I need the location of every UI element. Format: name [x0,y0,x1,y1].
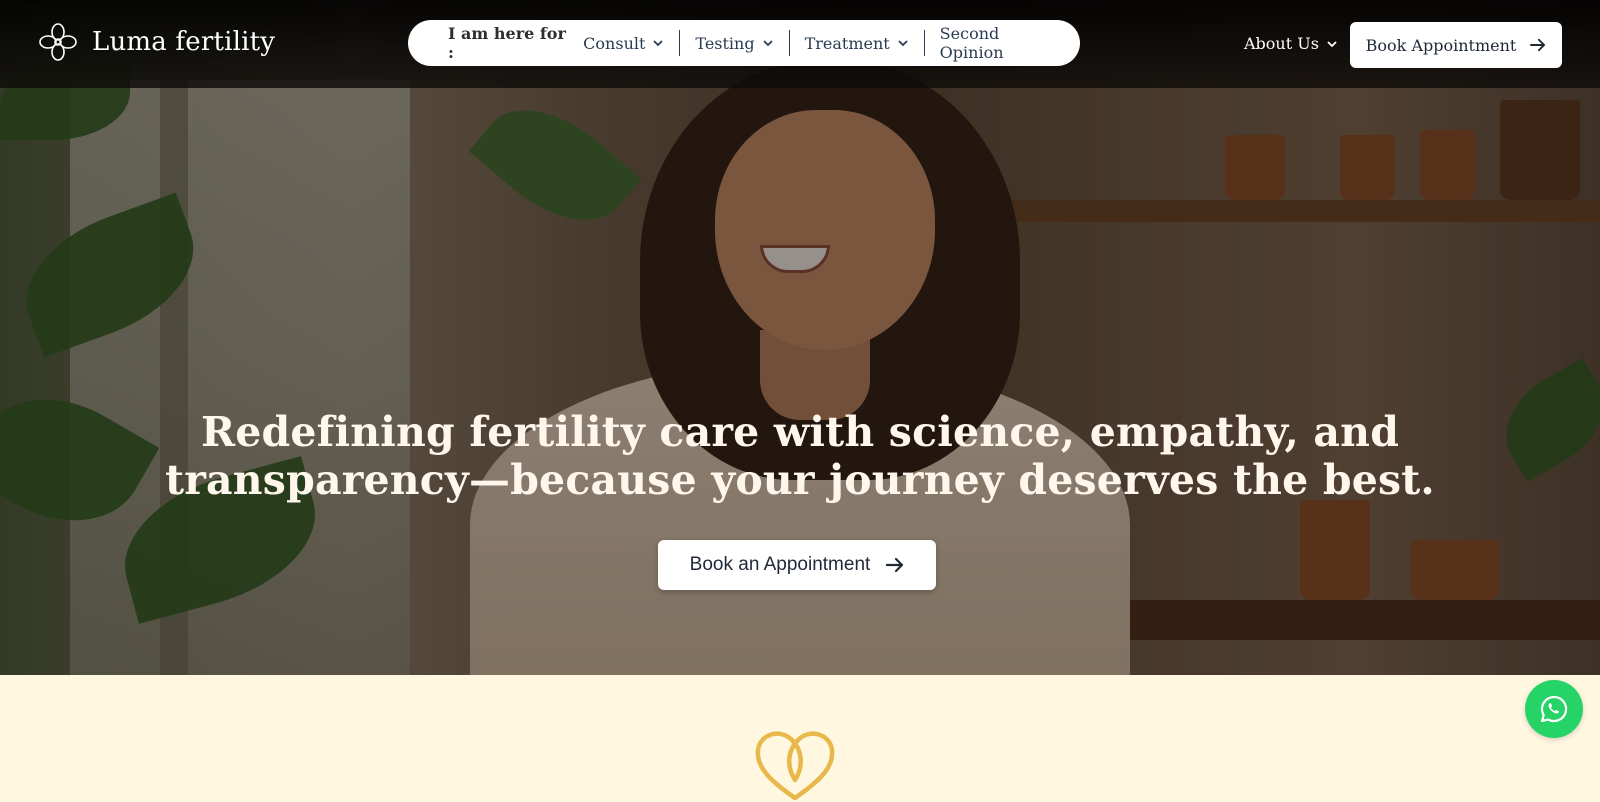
nav-item-consult[interactable]: Consult [583,34,679,53]
chevron-down-icon [653,40,664,47]
whatsapp-chat-button[interactable] [1525,680,1583,738]
about-us-menu[interactable]: About Us [1244,34,1337,53]
nav-item-label: Testing [695,33,755,53]
arrow-right-icon [886,557,904,573]
book-appointment-button[interactable]: Book Appointment [1350,22,1562,68]
whatsapp-icon [1540,695,1568,723]
brand-logo[interactable]: Luma fertility [38,22,275,62]
nav-lead-label: I am here for : [448,24,566,62]
flower-logo-icon [39,23,77,61]
chevron-down-icon [762,40,773,47]
nav-item-testing[interactable]: Testing [695,34,788,53]
book-appointment-label: Book Appointment [1365,35,1517,55]
nav-item-second-opinion[interactable]: Second Opinion [940,24,1080,62]
top-navbar: Luma fertility I am here for : Consult T… [0,0,1600,88]
nav-item-label: Treatment [804,33,890,53]
chevron-down-icon [898,40,908,47]
book-an-appointment-button[interactable]: Book an Appointment [658,540,936,590]
nav-divider [679,30,681,56]
nav-divider [788,30,790,56]
nav-item-label: Second Opinion [939,24,1004,62]
nav-divider [923,30,925,56]
hero-headline-line: Redefining fertility care with science, … [200,408,1400,456]
cta-label: Book an Appointment [689,554,871,575]
arrow-right-icon [1530,38,1546,52]
hero-section: Redefining fertility care with science, … [0,0,1600,675]
hero-headline-line: transparency—because your journey deserv… [165,456,1435,504]
service-nav-pill: I am here for : Consult Testing Treatmen… [408,20,1080,66]
about-us-label: About Us [1244,34,1319,53]
nav-item-label: Consult [583,33,646,53]
heart-loop-icon [755,731,835,801]
brand-name: Luma fertility [92,27,276,57]
chevron-down-icon [1327,40,1337,47]
hero-headline: Redefining fertility care with science, … [0,408,1600,504]
nav-item-treatment[interactable]: Treatment [805,34,924,53]
